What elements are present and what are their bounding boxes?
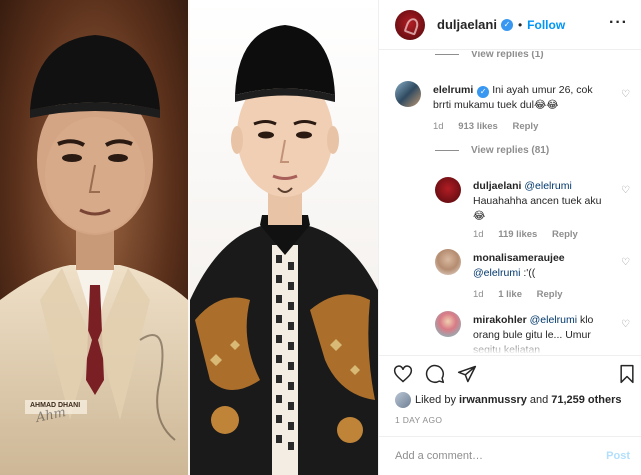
like-comment-heart-icon[interactable]: ♡ xyxy=(621,89,630,100)
post-button[interactable]: Post xyxy=(606,450,630,462)
follow-button[interactable]: Follow xyxy=(527,18,565,32)
more-options-icon[interactable]: ··· xyxy=(609,14,628,32)
commenter-avatar[interactable] xyxy=(435,249,461,275)
comment-body: duljaelani @elelrumi Hauahahha ancen tue… xyxy=(473,179,613,224)
post-media[interactable]: Ahm AHMAD DHANI xyxy=(0,0,378,475)
photo-caption: AHMAD DHANI xyxy=(30,402,81,409)
verified-badge-icon: ✓ xyxy=(500,18,513,31)
post-details-panel: duljaelani ✓ • Follow ··· View replies (… xyxy=(378,0,641,475)
mention-link[interactable]: @elelrumi xyxy=(524,180,571,192)
comment-likes[interactable]: 1 like xyxy=(498,289,522,300)
comment-text: :'(( xyxy=(523,267,536,279)
comment-meta: 1d 1 like Reply xyxy=(473,289,575,300)
commenter-username[interactable]: duljaelani xyxy=(473,180,521,192)
view-replies-label: View replies (81) xyxy=(471,145,550,156)
reply-button[interactable]: Reply xyxy=(552,229,578,240)
modern-portrait-photo xyxy=(190,0,378,475)
like-comment-heart-icon[interactable]: ♡ xyxy=(621,185,630,196)
likes-connector: and xyxy=(529,394,549,406)
vintage-portrait-photo: Ahm AHMAD DHANI xyxy=(0,0,188,475)
commenter-username[interactable]: elelrumi xyxy=(433,84,473,96)
likes-others[interactable]: 71,259 others xyxy=(551,394,621,406)
reply-button[interactable]: Reply xyxy=(537,289,563,300)
replies-line xyxy=(435,150,459,151)
view-replies-toggle[interactable]: View replies (81) xyxy=(435,145,549,156)
comment-body: elelrumi ✓ Ini ayah umur 26, cok brrti mu… xyxy=(433,83,603,113)
commenter-avatar[interactable] xyxy=(395,81,421,107)
like-heart-icon[interactable] xyxy=(393,364,413,384)
comment-likes[interactable]: 119 likes xyxy=(498,229,537,240)
likes-summary: Liked by irwanmussry and 71,259 others xyxy=(395,390,635,410)
verified-badge-icon: ✓ xyxy=(477,86,490,98)
like-comment-heart-icon[interactable]: ♡ xyxy=(621,257,630,268)
post-date[interactable]: 1 DAY AGO xyxy=(395,415,442,425)
likes-prefix: Liked by xyxy=(415,394,456,406)
comment-meta: 1d 913 likes Reply xyxy=(433,121,550,132)
liker-username[interactable]: irwanmussry xyxy=(459,394,527,406)
view-replies-top[interactable]: View replies (1) xyxy=(435,51,544,60)
reply-item: monalisameraujee @elelrumi :'(( 1d 1 lik… xyxy=(435,249,630,304)
comment-likes[interactable]: 913 likes xyxy=(458,121,498,132)
comment-bubble-icon[interactable] xyxy=(425,364,445,384)
add-comment-bar: Post xyxy=(379,436,641,475)
liker-avatar[interactable] xyxy=(395,392,411,408)
comment-age: 1d xyxy=(433,121,444,132)
vintage-portrait-illustration xyxy=(0,0,188,475)
save-bookmark-icon[interactable] xyxy=(617,364,637,384)
author-avatar[interactable] xyxy=(395,9,425,40)
comment-age: 1d xyxy=(473,229,484,240)
author-username[interactable]: duljaelani xyxy=(437,17,497,32)
comment-item: elelrumi ✓ Ini ayah umur 26, cok brrti mu… xyxy=(395,81,630,141)
reply-button[interactable]: Reply xyxy=(512,121,538,132)
commenter-username[interactable]: monalisameraujee xyxy=(473,252,565,264)
header-separator: • xyxy=(517,17,523,32)
comment-text: Hauahahha ancen tuek aku 😂 xyxy=(473,195,602,222)
commenter-username[interactable]: mirakohler xyxy=(473,314,527,326)
view-replies-label: View replies (1) xyxy=(471,51,544,60)
like-comment-heart-icon[interactable]: ♡ xyxy=(621,319,630,330)
action-bar xyxy=(379,355,641,389)
comment-input[interactable] xyxy=(395,450,607,462)
comments-fade xyxy=(379,340,641,354)
replies-line xyxy=(435,54,459,55)
comment-body: monalisameraujee @elelrumi :'(( xyxy=(473,251,613,281)
commenter-avatar[interactable] xyxy=(435,311,461,337)
comments-list[interactable]: View replies (1) elelrumi ✓ Ini ayah umur… xyxy=(379,51,641,354)
comment-meta: 1d 119 likes Reply xyxy=(473,229,590,240)
comment-age: 1d xyxy=(473,289,484,300)
reply-item: duljaelani @elelrumi Hauahahha ancen tue… xyxy=(435,177,630,242)
commenter-avatar[interactable] xyxy=(435,177,461,203)
share-send-icon[interactable] xyxy=(457,364,477,384)
mention-link[interactable]: @elelrumi xyxy=(473,267,520,279)
modern-portrait-illustration xyxy=(190,0,378,475)
mention-link[interactable]: @elelrumi xyxy=(530,314,577,326)
post-header: duljaelani ✓ • Follow ··· xyxy=(379,0,641,50)
